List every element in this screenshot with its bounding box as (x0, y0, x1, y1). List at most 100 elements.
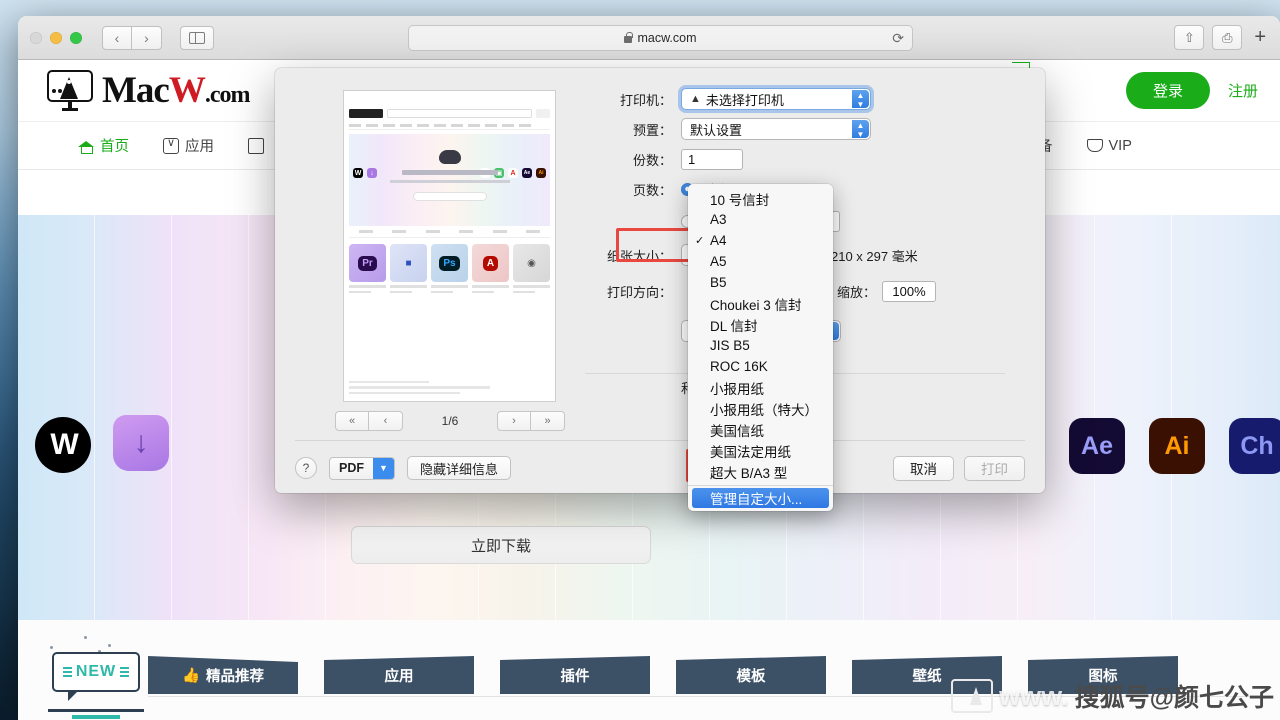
tab-label-plugins: 插件 (561, 665, 590, 686)
tab-recommended[interactable]: 👍 精品推荐 (148, 656, 298, 694)
minimize-window-button[interactable] (50, 32, 62, 44)
menu-item-us-legal[interactable]: 美国法定用纸 (688, 440, 833, 461)
menu-item-dl-envelope[interactable]: DL 信封 (688, 314, 833, 335)
menu-separator (688, 485, 833, 486)
menu-item-us-letter[interactable]: 美国信纸 (688, 419, 833, 440)
copies-input[interactable]: 1 (681, 149, 743, 170)
sidebar-item-apps[interactable]: 应用 (163, 135, 214, 156)
downie-icon[interactable]: ↓ (113, 415, 169, 471)
menu-item-roc-16k[interactable]: ROC 16K (688, 356, 833, 377)
site-logo-text: MacW.com (102, 69, 250, 112)
sidebar-item-plugins[interactable] (248, 138, 270, 154)
menu-item-tabloid[interactable]: 小报用纸 (688, 377, 833, 398)
scale-input[interactable]: 100% (882, 281, 936, 302)
after-effects-icon[interactable]: Ae (1069, 418, 1125, 474)
wondershare-icon[interactable]: W (35, 417, 91, 473)
first-page-button[interactable]: « (335, 411, 369, 431)
sidebar-item-vip[interactable]: VIP (1087, 138, 1132, 154)
next-page-button[interactable]: › (497, 411, 531, 431)
watermark-logo-icon (951, 679, 993, 713)
thumbs-up-icon: 👍 (182, 667, 200, 684)
back-button[interactable]: ‹ (102, 26, 132, 50)
close-window-button[interactable] (30, 32, 42, 44)
preset-select[interactable]: 默认设置 ▲▼ (681, 118, 871, 140)
paper-dimensions: 210 x 297 毫米 (831, 246, 918, 265)
paper-size-label: 纸张大小： (585, 246, 681, 265)
last-page-button[interactable]: » (531, 411, 565, 431)
home-icon (78, 138, 94, 154)
nav-label-vip: VIP (1109, 138, 1132, 154)
lock-icon (624, 36, 632, 43)
reload-icon[interactable]: ⟳ (892, 30, 904, 47)
illustrator-icon-text: Ai (1165, 432, 1190, 461)
menu-item-choukei-3[interactable]: Choukei 3 信封 (688, 293, 833, 314)
login-button[interactable]: 登录 (1126, 72, 1210, 109)
tab-label-apps: 应用 (385, 665, 414, 686)
menu-item-a4[interactable]: ✓A4 (688, 230, 833, 251)
warning-triangle-icon: ▲ (690, 93, 701, 105)
checkmark-icon: ✓ (695, 234, 704, 247)
watermark-url: www. (999, 681, 1069, 712)
orientation-label: 打印方向： (585, 282, 681, 301)
previous-page-button[interactable]: ‹ (369, 411, 403, 431)
preview-search-button (536, 109, 550, 118)
header-actions: 登录 注册 (1126, 72, 1258, 109)
address-bar[interactable]: macw.com ⟳ (408, 25, 913, 51)
maximize-window-button[interactable] (70, 32, 82, 44)
menu-item-a5[interactable]: A5 (688, 251, 833, 272)
print-preview: W ↓ A ▣ A Ae Ai Pr ■ Ps A ◉ (343, 90, 556, 402)
cancel-button[interactable]: 取消 (893, 456, 954, 481)
pdf-menu-button[interactable]: PDF ▼ (329, 457, 395, 480)
tab-label-templates: 模板 (737, 665, 766, 686)
wondershare-icon-text: W (50, 428, 75, 462)
new-badge-bubble: NEW (52, 652, 140, 692)
tab-templates[interactable]: 模板 (676, 656, 826, 694)
character-animator-icon-text: Ch (1240, 432, 1273, 461)
site-logo[interactable]: MacW.com (44, 69, 250, 112)
after-effects-icon-text: Ae (1081, 432, 1113, 461)
page-indicator: 1/6 (442, 414, 459, 428)
print-button[interactable]: 打印 (964, 456, 1025, 481)
menu-item-tabloid-extra[interactable]: 小报用纸（特大） (688, 398, 833, 419)
new-tab-button[interactable]: + (1250, 26, 1270, 49)
register-link[interactable]: 注册 (1228, 80, 1258, 101)
forward-button[interactable]: › (132, 26, 162, 50)
scale-value: 100% (892, 284, 925, 299)
nav-label-apps: 应用 (185, 135, 214, 156)
window-traffic-lights (30, 32, 82, 44)
watermark: www. 搜狐号@颜七公子 (951, 678, 1274, 714)
address-bar-url: macw.com (637, 31, 696, 45)
nav-label-home: 首页 (100, 135, 129, 156)
paper-size-dropdown-menu[interactable]: 10 号信封 A3 ✓A4 A5 B5 Choukei 3 信封 DL 信封 J… (688, 184, 833, 511)
help-button[interactable]: ? (295, 457, 317, 479)
illustrator-icon[interactable]: Ai (1149, 418, 1205, 474)
menu-item-super-b-a3[interactable]: 超大 B/A3 型 (688, 461, 833, 482)
download-now-button[interactable]: 立即下载 (351, 526, 651, 564)
dialog-divider (295, 440, 1025, 441)
preview-pager: « ‹ 1/6 › » (335, 409, 565, 433)
hide-details-button[interactable]: 隐藏详细信息 (407, 456, 511, 480)
printer-label: 打印机： (585, 90, 681, 109)
sidebar-item-home[interactable]: 首页 (78, 135, 129, 156)
menu-item-manage-custom-sizes[interactable]: 管理自定大小... (692, 488, 829, 508)
menu-item-jis-b5[interactable]: JIS B5 (688, 335, 833, 356)
new-badge: NEW (36, 628, 154, 720)
menu-item-b5[interactable]: B5 (688, 272, 833, 293)
tab-overview-button[interactable]: ⎙ (1212, 25, 1242, 50)
browser-toolbar: ‹ › macw.com ⟳ ⇧ ⎙ + (18, 16, 1280, 60)
diamond-icon (1087, 139, 1103, 152)
menu-item-envelope-10[interactable]: 10 号信封 (688, 188, 833, 209)
character-animator-icon[interactable]: Ch (1229, 418, 1280, 474)
toolbar-right-group: ⇧ ⎙ + (1174, 25, 1270, 50)
tab-label-wallpapers: 壁纸 (913, 665, 942, 686)
menu-item-a3[interactable]: A3 (688, 209, 833, 230)
share-button[interactable]: ⇧ (1174, 25, 1204, 50)
tab-label-recommended: 精品推荐 (206, 665, 264, 686)
plugin-icon (248, 138, 264, 154)
sidebar-toggle-button[interactable] (180, 26, 214, 50)
tab-plugins[interactable]: 插件 (500, 656, 650, 694)
pages-label: 页数： (585, 180, 681, 199)
printer-select[interactable]: ▲ 未选择打印机 ▲▼ (681, 88, 871, 110)
tab-apps[interactable]: 应用 (324, 656, 474, 694)
navigation-buttons: ‹ › (102, 26, 214, 50)
